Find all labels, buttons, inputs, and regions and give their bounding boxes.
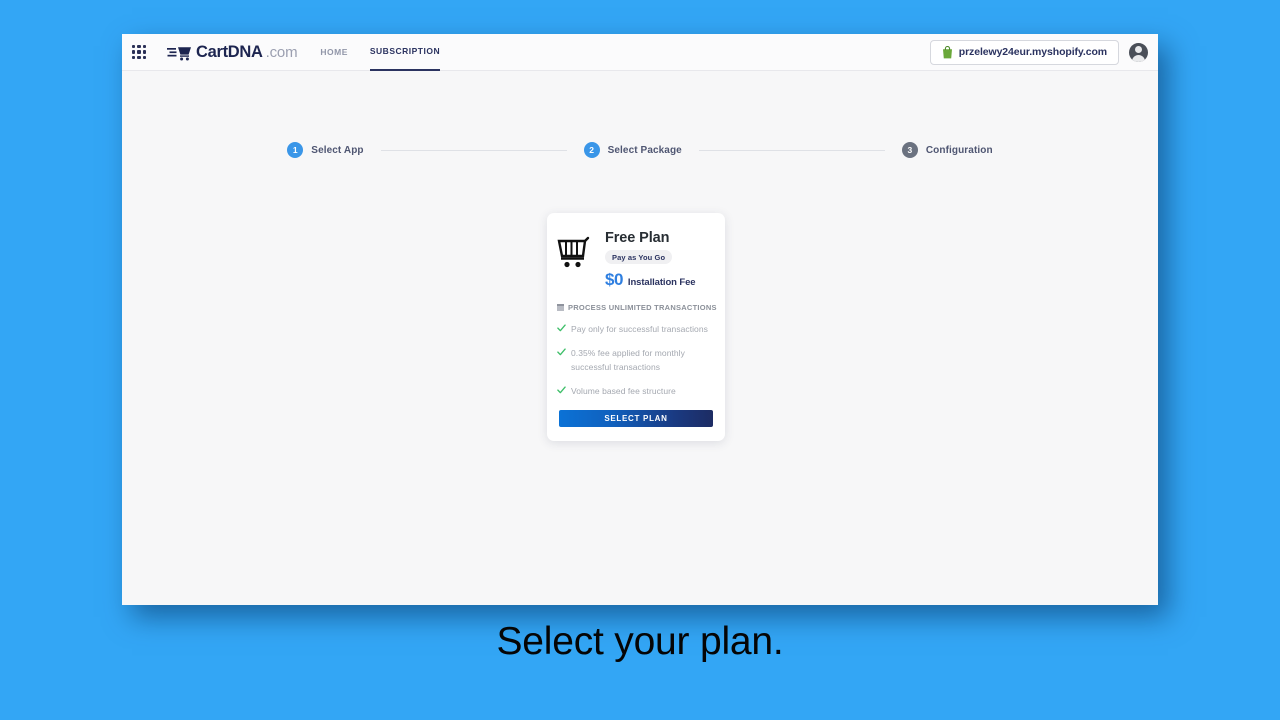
- grid-cell: [142, 45, 146, 49]
- feature-text: 0.35% fee applied for monthly successful…: [571, 348, 685, 372]
- grid-cell: [132, 45, 136, 49]
- browser-window: CartDNA .com HOME SUBSCRIPTION przelewy2…: [122, 34, 1158, 605]
- caption-text: Select your plan.: [496, 620, 784, 663]
- store-selector[interactable]: przelewy24eur.myshopify.com: [929, 39, 1119, 65]
- logo-tld: .com: [265, 43, 298, 61]
- step-number: 2: [583, 142, 600, 158]
- check-icon: [557, 323, 566, 331]
- plan-price-row: $0 Installation Fee: [605, 270, 713, 290]
- grid-cell: [142, 50, 146, 54]
- grid-cell: [137, 50, 141, 54]
- brand-logo[interactable]: CartDNA .com: [167, 42, 298, 62]
- plan-price-caption: Installation Fee: [627, 276, 696, 288]
- step-label: Select Package: [607, 144, 682, 156]
- user-avatar-icon[interactable]: [1129, 42, 1148, 62]
- step-number: 3: [901, 142, 918, 158]
- cart-speed-icon: [167, 46, 191, 60]
- feature-text: Pay only for successful transactions: [571, 323, 708, 334]
- grid-apps-icon[interactable]: [132, 45, 146, 59]
- plan-price: $0: [605, 269, 623, 289]
- topbar-right-group: przelewy24eur.myshopify.com: [929, 34, 1148, 70]
- plan-section-heading: PROCESS UNLIMITED TRANSACTIONS: [557, 303, 725, 312]
- step-connector: [380, 149, 567, 151]
- step-select-app[interactable]: 1 Select App: [287, 142, 364, 158]
- list-item: Pay only for successful transactions: [557, 323, 713, 337]
- step-connector: [698, 149, 885, 151]
- plan-title: Free Plan: [605, 230, 670, 246]
- nav-item-subscription[interactable]: SUBSCRIPTION: [369, 34, 441, 71]
- grid-cell: [132, 50, 136, 54]
- step-label: Configuration: [925, 144, 993, 156]
- page-body: 1 Select App 2 Select Package 3 Configur…: [122, 71, 1158, 605]
- shopping-cart-icon: [557, 236, 590, 268]
- store-name: przelewy24eur.myshopify.com: [958, 46, 1107, 58]
- main-nav: HOME SUBSCRIPTION: [320, 34, 441, 71]
- plan-card-free[interactable]: Free Plan Pay as You Go $0 Installation …: [547, 213, 725, 441]
- panel-icon: [557, 303, 564, 311]
- step-label: Select App: [311, 144, 364, 156]
- plan-feature-list: Pay only for successful transactions 0.3…: [547, 323, 725, 399]
- step-select-package[interactable]: 2 Select Package: [583, 142, 682, 158]
- screenshot-stage: CartDNA .com HOME SUBSCRIPTION przelewy2…: [0, 0, 1280, 720]
- plan-head-text: Free Plan Pay as You Go $0 Installation …: [605, 230, 713, 290]
- step-configuration[interactable]: 3 Configuration: [901, 142, 993, 158]
- grid-cell: [137, 45, 141, 49]
- list-item: Volume based fee structure: [557, 385, 713, 399]
- check-icon: [557, 348, 566, 356]
- top-navigation-bar: CartDNA .com HOME SUBSCRIPTION przelewy2…: [122, 34, 1158, 71]
- plan-badge: Pay as You Go: [605, 250, 673, 264]
- step-number: 1: [287, 142, 304, 158]
- select-plan-button[interactable]: SELECT PLAN: [559, 409, 713, 427]
- grid-cell: [137, 55, 141, 59]
- nav-item-home[interactable]: HOME: [320, 34, 348, 70]
- plan-section-title: PROCESS UNLIMITED TRANSACTIONS: [568, 302, 717, 312]
- progress-stepper: 1 Select App 2 Select Package 3 Configur…: [122, 71, 1158, 158]
- list-item: 0.35% fee applied for monthly successful…: [557, 347, 713, 374]
- check-icon: [557, 386, 566, 394]
- grid-cell: [132, 55, 136, 59]
- grid-cell: [142, 55, 146, 59]
- feature-text: Volume based fee structure: [571, 386, 676, 396]
- logo-name: CartDNA: [196, 42, 263, 61]
- plan-card-header: Free Plan Pay as You Go $0 Installation …: [547, 213, 725, 290]
- shopify-bag-icon: [942, 45, 952, 58]
